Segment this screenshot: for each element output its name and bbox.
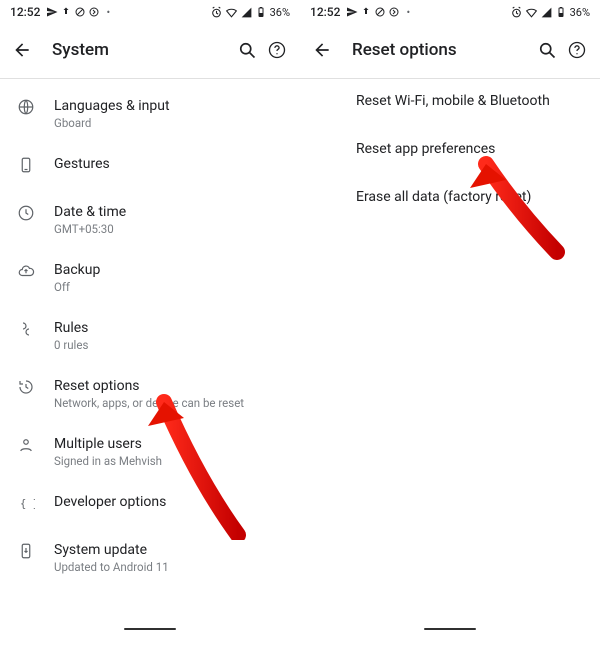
globe-icon <box>12 97 40 116</box>
nosign-icon <box>374 6 386 18</box>
row-title: Languages & input <box>54 97 170 115</box>
chevron-icon <box>88 6 100 18</box>
reset-icon <box>12 377 40 396</box>
braces-icon: { } <box>12 493 40 512</box>
status-time: 12:52 <box>10 5 40 19</box>
system-update-icon <box>12 541 40 560</box>
row-sub: 0 rules <box>54 338 88 353</box>
row-sub: Off <box>54 280 100 295</box>
page-title: Reset options <box>352 40 532 60</box>
back-button[interactable] <box>8 36 36 64</box>
cloud-icon <box>12 261 40 280</box>
upload-icon <box>360 6 372 18</box>
status-bar: 12:52 • 36% <box>0 0 300 24</box>
alarm-icon <box>210 6 223 19</box>
row-rules[interactable]: Rules 0 rules <box>0 307 300 365</box>
status-bar: 12:52 • 36% <box>300 0 600 24</box>
row-title: Rules <box>54 319 88 337</box>
search-button[interactable] <box>232 35 262 65</box>
user-icon <box>12 435 40 454</box>
search-button[interactable] <box>532 35 562 65</box>
status-more-dot: • <box>406 6 410 19</box>
help-button[interactable] <box>562 35 592 65</box>
row-developer-options[interactable]: { } Developer options <box>0 481 300 529</box>
wifi-icon <box>525 6 538 19</box>
option-erase-all[interactable]: Erase all data (factory reset) <box>300 175 600 219</box>
header: Reset options <box>300 24 600 76</box>
svg-text:{ }: { } <box>20 498 35 510</box>
home-indicator[interactable] <box>124 628 176 631</box>
alarm-icon <box>510 6 523 19</box>
row-title: Date & time <box>54 203 126 221</box>
battery-icon <box>255 6 267 18</box>
home-indicator[interactable] <box>424 628 476 631</box>
gestures-icon <box>12 155 40 174</box>
send-icon <box>46 6 58 18</box>
row-title: System update <box>54 541 169 559</box>
upload-icon <box>60 6 72 18</box>
row-title: Multiple users <box>54 435 162 453</box>
row-sub: Updated to Android 11 <box>54 560 169 575</box>
chevron-icon <box>388 6 400 18</box>
row-sub: Network, apps, or device can be reset <box>54 396 244 411</box>
wifi-icon <box>225 6 238 19</box>
row-multiple-users[interactable]: Multiple users Signed in as Mehvish <box>0 423 300 481</box>
battery-icon <box>555 6 567 18</box>
battery-percent: 36% <box>570 6 590 19</box>
rules-icon <box>12 319 40 338</box>
row-system-update[interactable]: System update Updated to Android 11 <box>0 529 300 587</box>
row-reset-options[interactable]: Reset options Network, apps, or device c… <box>0 365 300 423</box>
page-title: System <box>52 40 232 60</box>
row-title: Reset options <box>54 377 244 395</box>
row-languages-input[interactable]: Languages & input Gboard <box>0 85 300 143</box>
row-sub: Gboard <box>54 116 170 131</box>
cell-signal-icon <box>540 6 553 19</box>
row-title: Gestures <box>54 155 110 173</box>
help-button[interactable] <box>262 35 292 65</box>
row-title: Backup <box>54 261 100 279</box>
nosign-icon <box>74 6 86 18</box>
row-gestures[interactable]: Gestures <box>0 143 300 191</box>
send-icon <box>346 6 358 18</box>
status-more-dot: • <box>106 6 110 19</box>
option-reset-wifi[interactable]: Reset Wi-Fi, mobile & Bluetooth <box>300 79 600 123</box>
clock-icon <box>12 203 40 222</box>
row-backup[interactable]: Backup Off <box>0 249 300 307</box>
row-date-time[interactable]: Date & time GMT+05:30 <box>0 191 300 249</box>
status-time: 12:52 <box>310 5 340 19</box>
row-title: Developer options <box>54 493 166 511</box>
battery-percent: 36% <box>270 6 290 19</box>
header: System <box>0 24 300 76</box>
row-sub: GMT+05:30 <box>54 222 126 237</box>
option-reset-app-prefs[interactable]: Reset app preferences <box>300 127 600 171</box>
row-sub: Signed in as Mehvish <box>54 454 162 469</box>
back-button[interactable] <box>308 36 336 64</box>
cell-signal-icon <box>240 6 253 19</box>
